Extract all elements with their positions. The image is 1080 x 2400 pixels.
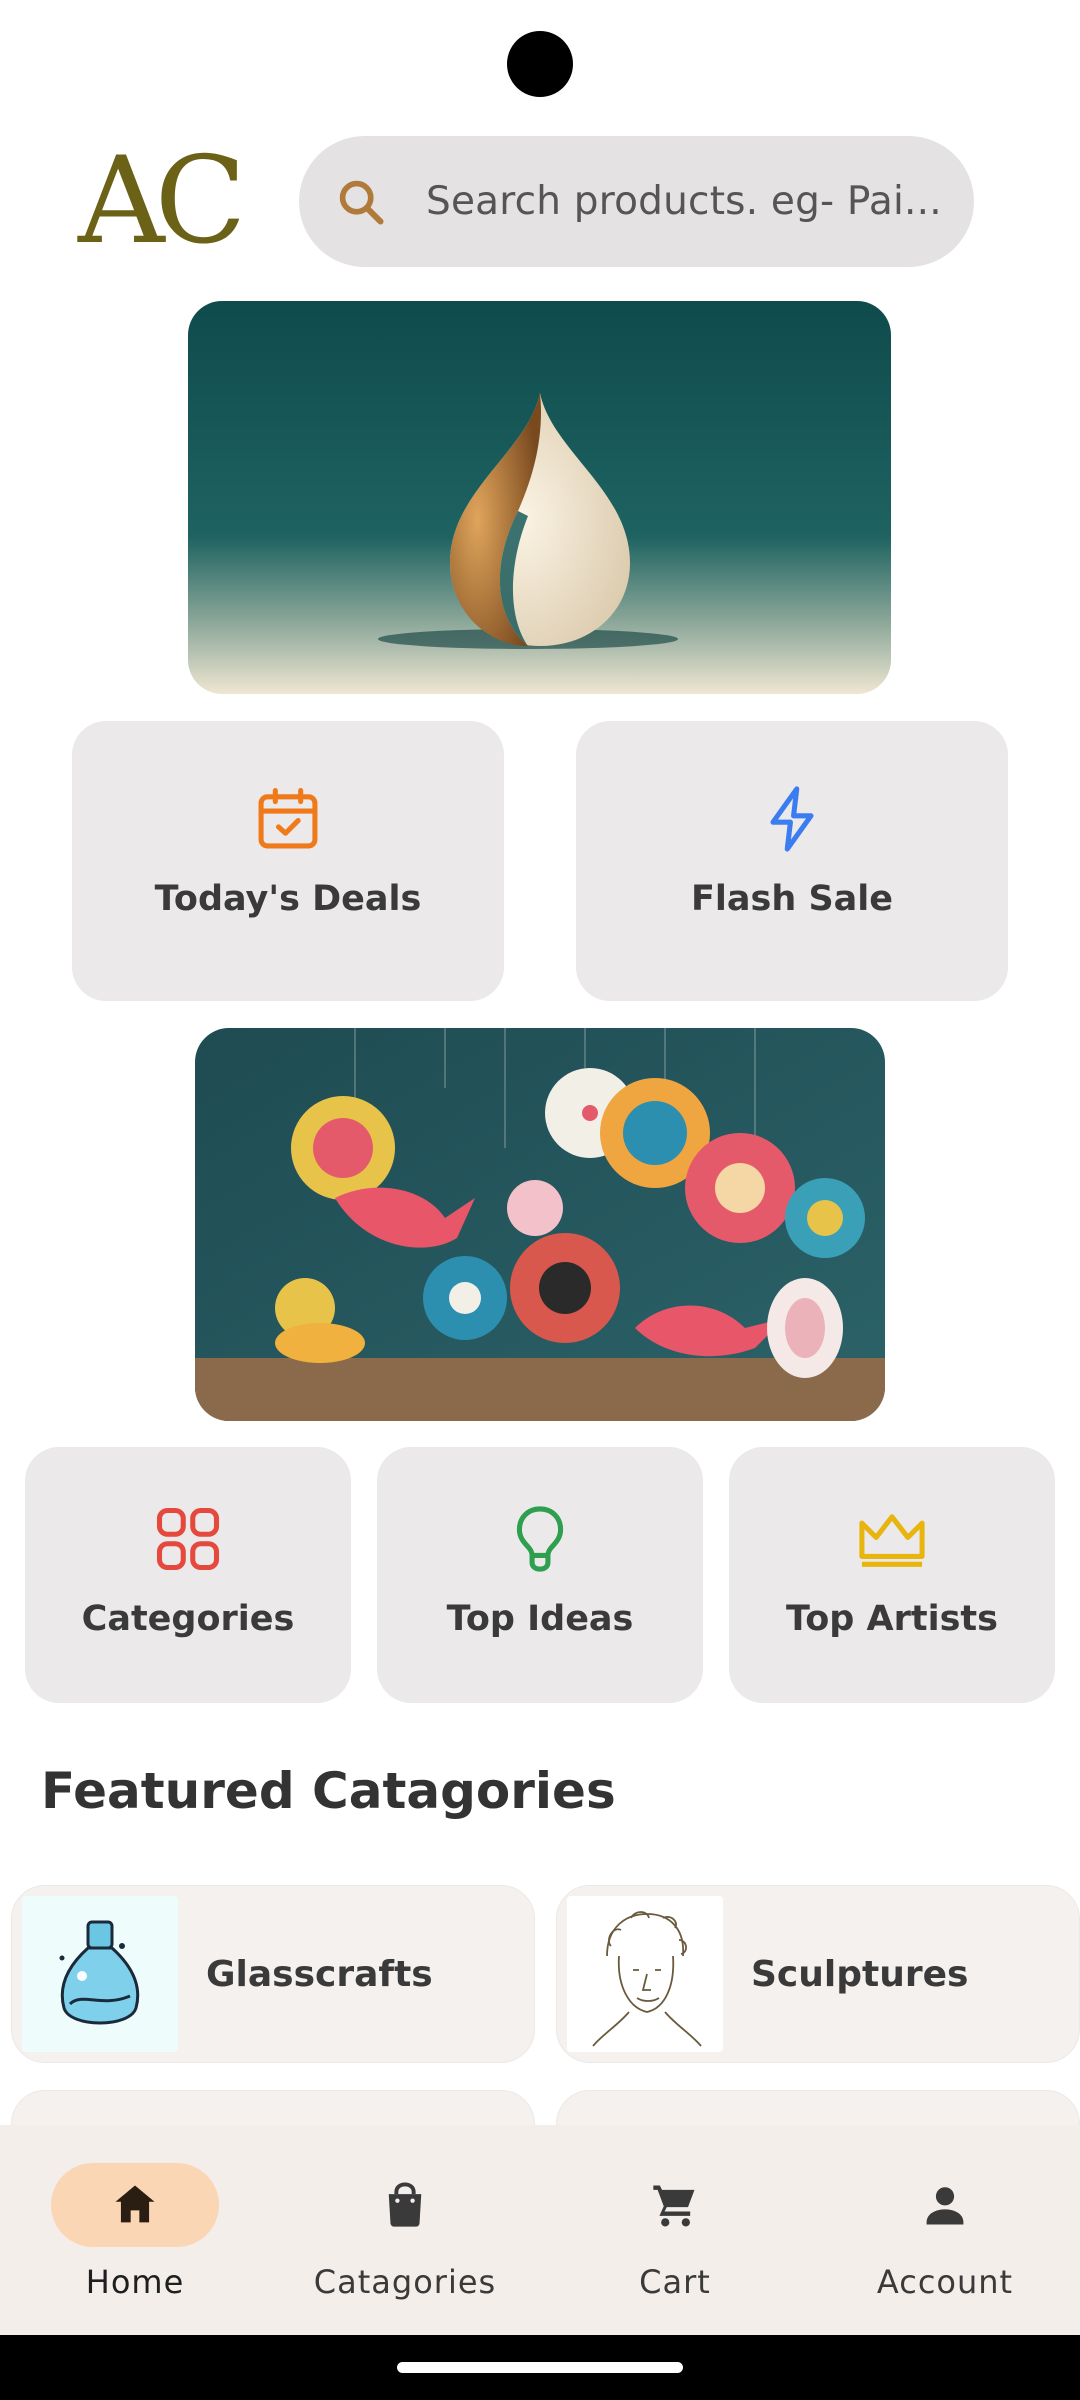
calendar-check-icon — [258, 787, 318, 849]
logo-text: AC — [77, 132, 240, 260]
app-logo[interactable]: AC — [72, 130, 250, 271]
lightning-icon — [770, 786, 814, 852]
featured-category-sculptures[interactable]: Sculptures — [556, 1885, 1080, 2063]
home-indicator[interactable] — [397, 2362, 683, 2373]
categories-label: Categories — [81, 1599, 295, 1639]
flash-sale-button[interactable]: Flash Sale — [576, 721, 1008, 1001]
grid-icon — [156, 1507, 220, 1571]
featured-categories-title: Featured Catagories — [41, 1762, 616, 1820]
lightbulb-icon — [516, 1506, 564, 1572]
person-icon — [926, 2187, 964, 2225]
bottom-navigation: Home Catagories Cart Account — [0, 2125, 1080, 2335]
nav-account-label: Account — [876, 2263, 1014, 2301]
nav-categories-label: Catagories — [313, 2263, 497, 2301]
search-icon — [339, 180, 384, 225]
search-input[interactable]: Search products. eg- Pai... — [426, 136, 942, 267]
promo-banner-paper-art[interactable] — [195, 1028, 885, 1421]
crown-icon — [859, 1514, 925, 1567]
front-camera — [507, 31, 573, 97]
top-artists-label: Top Artists — [786, 1599, 998, 1639]
nav-home[interactable]: Home — [0, 2125, 270, 2335]
home-icon — [115, 2185, 155, 2223]
shopping-bag-icon — [388, 2182, 422, 2227]
glasscrafts-label: Glasscrafts — [206, 1953, 433, 1995]
categories-button[interactable]: Categories — [25, 1447, 351, 1703]
featured-category-glasscrafts[interactable]: Glasscrafts — [11, 1885, 535, 2063]
nav-categories[interactable]: Catagories — [270, 2125, 540, 2335]
todays-deals-button[interactable]: Today's Deals — [72, 721, 504, 1001]
promo-banner-vase[interactable] — [188, 301, 891, 694]
search-bar[interactable]: Search products. eg- Pai... — [299, 136, 974, 267]
nav-cart-label: Cart — [639, 2263, 711, 2301]
top-ideas-button[interactable]: Top Ideas — [377, 1447, 703, 1703]
todays-deals-label: Today's Deals — [154, 879, 422, 919]
sculpture-sketch-icon — [567, 1896, 723, 2052]
nav-account[interactable]: Account — [810, 2125, 1080, 2335]
top-ideas-label: Top Ideas — [446, 1599, 634, 1639]
cart-icon — [653, 2185, 695, 2227]
glass-bottle-icon — [22, 1896, 178, 2052]
nav-cart[interactable]: Cart — [540, 2125, 810, 2335]
top-artists-button[interactable]: Top Artists — [729, 1447, 1055, 1703]
nav-home-label: Home — [85, 2263, 185, 2301]
flash-sale-label: Flash Sale — [690, 879, 894, 919]
sculptures-label: Sculptures — [751, 1953, 969, 1995]
